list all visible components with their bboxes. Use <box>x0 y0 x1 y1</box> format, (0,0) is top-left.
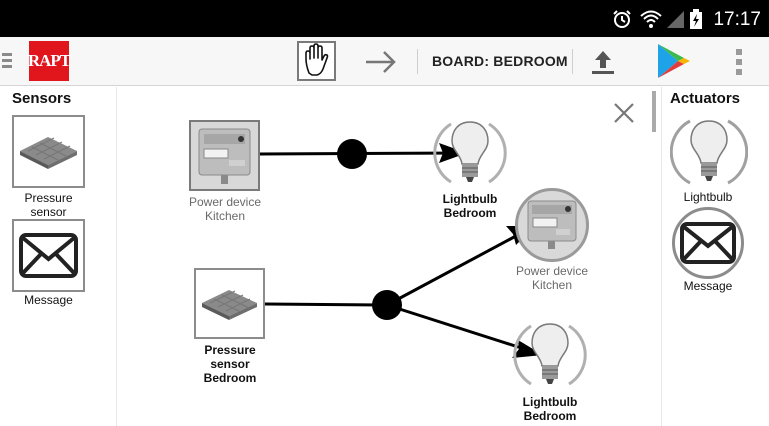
node-power-device-kitchen-label: Power device Kitchen <box>188 195 262 223</box>
envelope-icon <box>19 233 78 278</box>
node-lightbulb-bedroom-1-label: Lightbulb Bedroom <box>442 192 498 220</box>
hand-icon <box>305 43 329 76</box>
pressure-mat-icon <box>20 137 77 169</box>
arrow-right-icon[interactable] <box>364 49 398 75</box>
signal-icon <box>667 11 684 28</box>
play-store-icon[interactable] <box>656 42 692 80</box>
board-canvas[interactable]: Power device Kitchen Lightbulb Bedroom Pow… <box>116 87 661 426</box>
close-icon[interactable] <box>611 100 637 126</box>
lightbulb-icon <box>669 119 749 185</box>
actuator-message-tile[interactable] <box>672 207 744 279</box>
node-power-device-kitchen[interactable] <box>189 120 260 191</box>
node-lightbulb-bedroom-2[interactable] <box>511 316 589 394</box>
upload-icon[interactable] <box>588 48 618 76</box>
power-device-icon <box>198 128 251 184</box>
wifi-icon <box>640 10 662 28</box>
node-lightbulb-bedroom-2-label: Lightbulb Bedroom <box>522 395 578 423</box>
node-pressure-sensor-bedroom-label: Pressure sensor Bedroom <box>203 343 257 385</box>
node-power-device-kitchen-actuator[interactable] <box>515 188 589 262</box>
sensor-pressure-label: Pressure sensor <box>24 191 73 219</box>
menu-icon[interactable] <box>2 53 12 69</box>
power-device-icon <box>527 200 577 249</box>
status-clock: 17:17 <box>713 9 761 30</box>
actuator-lightbulb-label: Lightbulb <box>683 190 733 204</box>
envelope-icon <box>680 222 736 264</box>
node-power-device-kitchen-actuator-label: Power device Kitchen <box>515 264 589 292</box>
overflow-menu-icon[interactable] <box>736 49 744 75</box>
lightbulb-icon <box>433 121 507 184</box>
wire-pressure-to-power[interactable] <box>264 302 388 307</box>
status-bar: 17:17 <box>0 0 769 37</box>
rapt-logo[interactable]: RAPT <box>28 41 71 81</box>
board-title[interactable]: BOARD: BEDROOM <box>432 53 568 69</box>
connection-node[interactable] <box>337 139 367 169</box>
actuator-message-label: Message <box>683 279 733 293</box>
node-lightbulb-bedroom-1[interactable] <box>431 114 509 192</box>
hand-tool-button[interactable] <box>297 41 336 81</box>
actuators-panel: Actuators Lightbulb Message <box>661 87 769 426</box>
battery-charging-icon <box>690 9 702 29</box>
toolbar-divider <box>572 49 573 74</box>
lightbulb-icon <box>513 323 587 386</box>
node-pressure-sensor-bedroom[interactable] <box>194 268 265 339</box>
sensors-panel: Sensors Pressure sensor Message <box>0 87 116 426</box>
actuator-lightbulb-tile[interactable] <box>669 113 749 191</box>
action-bar: RAPT BOARD: BEDROOM <box>0 37 769 86</box>
scrollbar[interactable] <box>652 91 656 132</box>
sensor-message-label: Message <box>24 293 73 307</box>
sensor-message-tile[interactable] <box>12 219 85 292</box>
sensors-title: Sensors <box>12 90 72 107</box>
toolbar-divider <box>417 49 418 74</box>
alarm-icon <box>613 10 631 28</box>
pressure-mat-icon <box>202 290 257 320</box>
sensor-pressure-tile[interactable] <box>12 115 85 188</box>
connection-node[interactable] <box>372 290 402 320</box>
actuators-title: Actuators <box>670 90 741 107</box>
